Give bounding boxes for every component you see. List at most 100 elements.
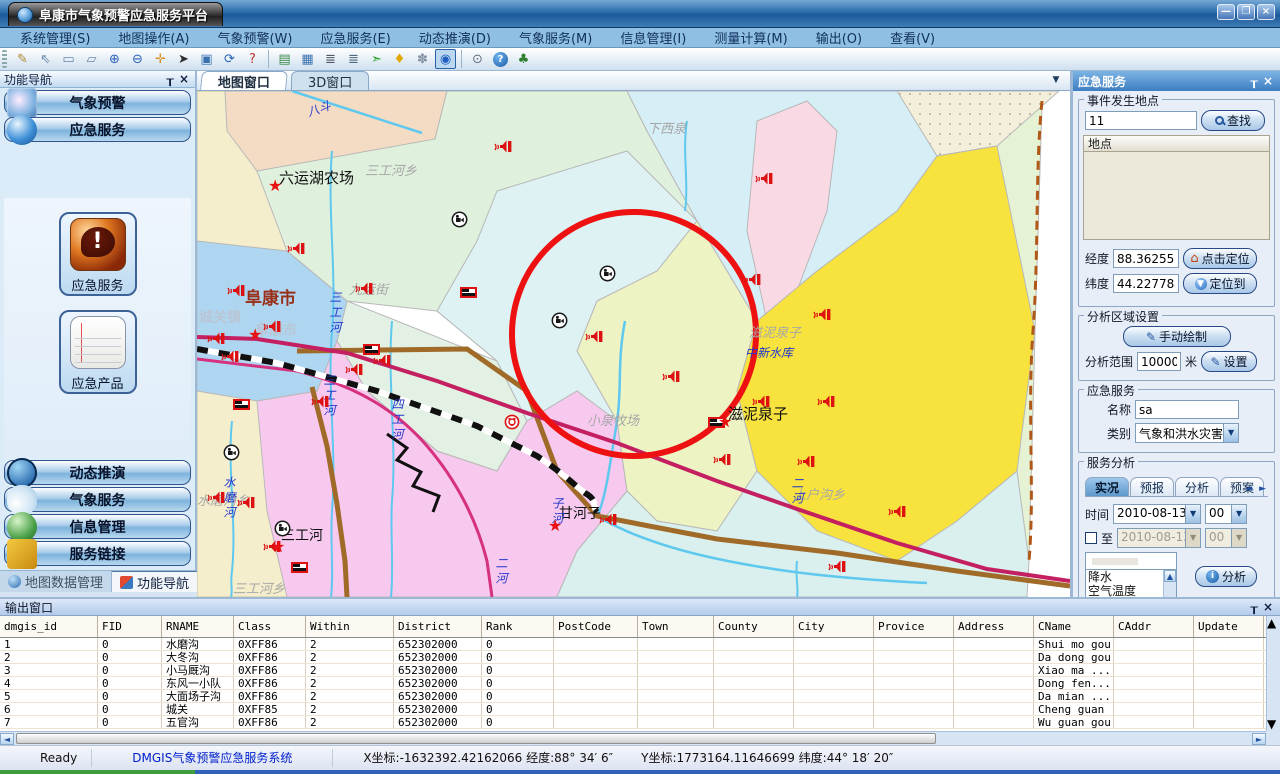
- chevron-down-icon[interactable]: ▼: [1223, 424, 1238, 442]
- emergency-product-button[interactable]: 应急产品: [59, 310, 137, 394]
- placemark-icon[interactable]: ♦: [389, 49, 410, 69]
- nav-service-link[interactable]: 服务链接: [4, 541, 191, 566]
- name-input[interactable]: [1135, 400, 1239, 419]
- menu-item-3[interactable]: 应急服务(E): [306, 28, 404, 47]
- emergency-service-button[interactable]: 应急服务: [59, 212, 137, 296]
- refresh-icon[interactable]: ⟳: [219, 49, 240, 69]
- minimize-button[interactable]: —: [1217, 4, 1235, 20]
- tab-scroll-arrows[interactable]: ◄ ►: [1245, 484, 1268, 494]
- tab-map-window[interactable]: 地图窗口: [200, 71, 288, 90]
- close-button[interactable]: ×: [1257, 4, 1275, 20]
- nav-dynamic-deduction[interactable]: 动态推演: [4, 460, 191, 485]
- scroll-up-icon[interactable]: ▲: [1267, 616, 1280, 630]
- table-row[interactable]: 70五官沟0XFF8626523020000Wu guan gou: [0, 716, 1266, 729]
- chevron-down-icon[interactable]: ▼: [1185, 505, 1200, 523]
- close-icon[interactable]: ×: [177, 72, 191, 86]
- column-header-PostCode[interactable]: PostCode: [554, 616, 638, 637]
- scroll-left-icon[interactable]: ◄: [0, 733, 14, 745]
- toolbar-grip[interactable]: [2, 50, 7, 68]
- globe-icon[interactable]: ◉: [435, 49, 456, 69]
- nav-info-management[interactable]: 信息管理: [4, 514, 191, 539]
- table-row[interactable]: 60城关0XFF8526523020000Cheng guan: [0, 703, 1266, 716]
- manual-draw-button[interactable]: ✎手动绘制: [1123, 326, 1231, 347]
- select-free-icon[interactable]: ▱: [81, 49, 102, 69]
- nav-weather-service[interactable]: 气象服务: [4, 487, 191, 512]
- column-header-Town[interactable]: Town: [638, 616, 714, 637]
- close-icon[interactable]: ×: [1261, 74, 1275, 88]
- menu-item-1[interactable]: 地图操作(A): [104, 28, 203, 47]
- table-row[interactable]: 50大面场子沟0XFF8626523020000Da mian ...: [0, 690, 1266, 703]
- chevron-down-icon[interactable]: ▼: [1231, 505, 1246, 523]
- zoom-out-icon[interactable]: ⊖: [127, 49, 148, 69]
- menu-item-6[interactable]: 信息管理(I): [606, 28, 700, 47]
- select-rect-icon[interactable]: ▭: [58, 49, 79, 69]
- pointer-icon[interactable]: ➤: [173, 49, 194, 69]
- column-header-CAddr[interactable]: CAddr: [1114, 616, 1194, 637]
- latitude-input[interactable]: [1113, 274, 1179, 293]
- pin-icon[interactable]: ┰: [1247, 600, 1261, 614]
- select-cursor-icon[interactable]: ⇖: [35, 49, 56, 69]
- location-search-input[interactable]: [1085, 111, 1197, 130]
- identify-icon[interactable]: ?: [242, 49, 263, 69]
- analyze-button[interactable]: i分析: [1195, 566, 1257, 587]
- category-select[interactable]: 气象和洪水灾害▼: [1135, 423, 1239, 443]
- table-row[interactable]: 10水磨沟0XFF8626523020000Shui mo gou: [0, 638, 1266, 651]
- column-header-CName[interactable]: CName: [1034, 616, 1114, 637]
- svc-tab-analysis[interactable]: 分析: [1175, 477, 1219, 496]
- pan-icon[interactable]: ✛: [150, 49, 171, 69]
- pin-icon[interactable]: ┰: [163, 72, 177, 86]
- longitude-input[interactable]: [1113, 249, 1179, 268]
- close-icon[interactable]: ×: [1261, 600, 1275, 614]
- menu-item-8[interactable]: 输出(O): [802, 28, 876, 47]
- set-button[interactable]: ✎设置: [1201, 351, 1257, 372]
- column-header-Provice[interactable]: Provice: [874, 616, 954, 637]
- restore-button[interactable]: ❐: [1237, 4, 1255, 20]
- help-icon[interactable]: ?: [490, 49, 511, 69]
- menu-item-4[interactable]: 动态推演(D): [405, 28, 505, 47]
- measure-icon[interactable]: ✎: [12, 49, 33, 69]
- column-header-Update[interactable]: Update: [1194, 616, 1264, 637]
- tab-function-nav[interactable]: 功能导航: [112, 571, 198, 592]
- column-header-County[interactable]: County: [714, 616, 794, 637]
- search-button[interactable]: 查找: [1201, 110, 1265, 131]
- menu-item-0[interactable]: 系统管理(S): [6, 28, 104, 47]
- date-to-select[interactable]: 2010-08-13▼: [1117, 528, 1201, 548]
- eye-icon[interactable]: ⊙: [467, 49, 488, 69]
- nav-weather-warning[interactable]: 气象预警: [4, 90, 191, 115]
- print-icon[interactable]: ≣: [320, 49, 341, 69]
- table-row[interactable]: 40东风一小队0XFF8626523020000Dong fen...: [0, 677, 1266, 690]
- column-header-Within[interactable]: Within: [306, 616, 394, 637]
- locate-to-button[interactable]: ▼定位到: [1183, 273, 1257, 294]
- layers-icon[interactable]: ▤: [274, 49, 295, 69]
- range-input[interactable]: [1137, 352, 1181, 371]
- output-vertical-scrollbar[interactable]: ▲ ▼: [1266, 616, 1280, 731]
- element-selected-box[interactable]: [1085, 552, 1177, 569]
- pick-arrow-icon[interactable]: ➣: [366, 49, 387, 69]
- column-header-District[interactable]: District: [394, 616, 482, 637]
- scroll-down-icon[interactable]: ▼: [1267, 717, 1280, 731]
- column-header-FID[interactable]: FID: [98, 616, 162, 637]
- nav-emergency-service[interactable]: 应急服务: [4, 117, 191, 142]
- scrollbar-thumb[interactable]: [16, 733, 936, 744]
- print-map-icon[interactable]: ≣: [343, 49, 364, 69]
- locate-click-button[interactable]: ⌂点击定位: [1183, 248, 1257, 269]
- tree-image-icon[interactable]: ♣: [513, 49, 534, 69]
- table-row[interactable]: 30小马厩沟0XFF8626523020000Xiao ma ...: [0, 664, 1266, 677]
- export-map-icon[interactable]: ▦: [297, 49, 318, 69]
- menu-item-5[interactable]: 气象服务(M): [505, 28, 606, 47]
- hour-select[interactable]: 00▼: [1205, 504, 1247, 524]
- scroll-up-icon[interactable]: ▲: [1164, 570, 1176, 582]
- column-header-Address[interactable]: Address: [954, 616, 1034, 637]
- full-extent-icon[interactable]: ▣: [196, 49, 217, 69]
- zoom-in-icon[interactable]: ⊕: [104, 49, 125, 69]
- to-checkbox[interactable]: [1085, 532, 1097, 544]
- hour-to-select[interactable]: 00▼: [1205, 528, 1247, 548]
- scroll-right-icon[interactable]: ►: [1252, 733, 1266, 745]
- column-header-RNAME[interactable]: RNAME: [162, 616, 234, 637]
- svc-tab-forecast[interactable]: 预报: [1130, 477, 1174, 496]
- column-header-dmgis_id[interactable]: dmgis_id: [0, 616, 98, 637]
- output-horizontal-scrollbar[interactable]: ◄ ►: [0, 731, 1266, 745]
- column-header-City[interactable]: City: [794, 616, 874, 637]
- date-select[interactable]: 2010-08-13▼: [1113, 504, 1201, 524]
- chevron-down-icon[interactable]: ▼: [1048, 75, 1064, 88]
